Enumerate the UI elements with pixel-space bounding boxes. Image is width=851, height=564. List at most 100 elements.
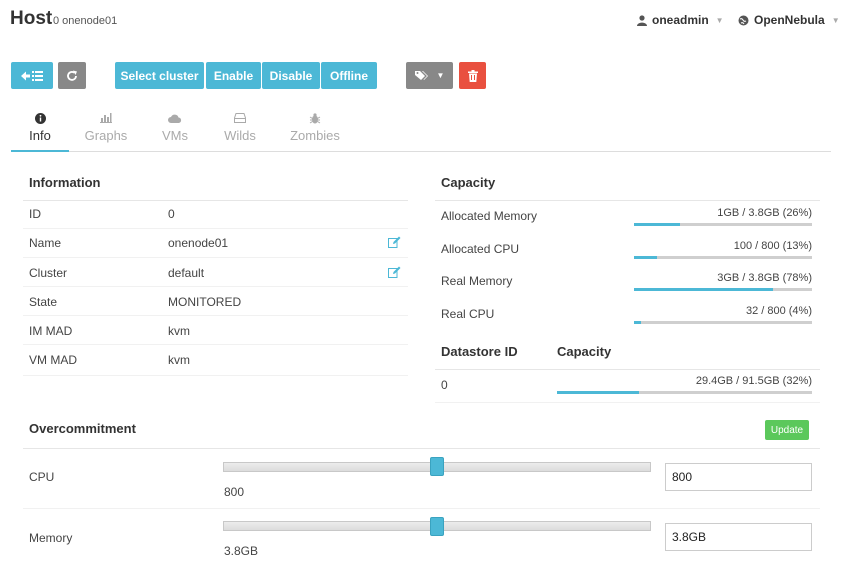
- capacity-label-allocated-memory: Allocated Memory: [441, 209, 538, 223]
- info-label-im-mad: IM MAD: [29, 324, 73, 338]
- divider: [23, 257, 408, 258]
- datastore-id-header: Datastore ID: [441, 344, 518, 359]
- datastore-capacity-header: Capacity: [557, 344, 612, 359]
- back-to-list-button[interactable]: [11, 62, 53, 89]
- info-label-vm-mad: VM MAD: [29, 353, 77, 367]
- capacity-text-allocated-cpu: 100 / 800 (13%): [733, 240, 812, 252]
- edit-name-button[interactable]: [388, 236, 401, 251]
- tab-wilds[interactable]: Wilds: [211, 108, 269, 152]
- page-title: Host: [10, 8, 53, 29]
- capacity-text-allocated-memory: 1GB / 3.8GB (26%): [717, 207, 812, 219]
- user-icon: [637, 14, 647, 26]
- progress-fill: [634, 288, 773, 291]
- memory-slider-handle[interactable]: [430, 517, 444, 536]
- info-label-cluster: Cluster: [29, 266, 68, 280]
- cpu-input[interactable]: [665, 463, 812, 491]
- tab-graphs-label: Graphs: [84, 128, 128, 143]
- progress-fill: [557, 391, 639, 394]
- caret-down-icon: ▼: [831, 15, 840, 25]
- capacity-title: Capacity: [441, 175, 496, 190]
- divider: [435, 200, 820, 201]
- globe-icon: [738, 15, 749, 25]
- edit-icon: [388, 236, 401, 248]
- info-label-state: State: [29, 295, 58, 309]
- progress-fill: [634, 256, 658, 259]
- caret-down-icon: ▼: [436, 71, 445, 80]
- info-value-state: MONITORED: [168, 295, 242, 309]
- capacity-label-real-cpu: Real CPU: [441, 307, 495, 321]
- overcommit-cpu-label: CPU: [29, 470, 55, 484]
- info-label-id: ID: [29, 207, 41, 221]
- arrow-left-list-icon: [21, 70, 43, 81]
- page-subtitle: 0 onenode01: [53, 15, 118, 27]
- tags-icon: [414, 71, 428, 80]
- tab-zombies[interactable]: Zombies: [281, 108, 349, 152]
- edit-cluster-button[interactable]: [388, 266, 401, 281]
- divider: [23, 315, 408, 316]
- progress-bar-datastore: [557, 391, 812, 394]
- user-name: oneadmin: [652, 13, 709, 27]
- enable-button[interactable]: Enable: [206, 62, 261, 89]
- info-value-vm-mad: kvm: [168, 353, 190, 367]
- capacity-label-real-memory: Real Memory: [441, 274, 513, 288]
- divider: [23, 508, 820, 509]
- information-title: Information: [29, 175, 101, 190]
- tab-wilds-label: Wilds: [224, 128, 256, 143]
- info-value-cluster: default: [168, 266, 205, 280]
- progress-fill: [634, 321, 642, 324]
- progress-bar-real-memory: [634, 288, 812, 291]
- cpu-slider-value: 800: [224, 485, 245, 499]
- user-menu[interactable]: oneadmin ▼: [637, 13, 724, 27]
- caret-down-icon: ▼: [715, 15, 724, 25]
- divider: [435, 402, 820, 403]
- capacity-text-real-memory: 3GB / 3.8GB (78%): [717, 272, 812, 284]
- tab-vms[interactable]: VMs: [146, 108, 204, 152]
- capacity-label-allocated-cpu: Allocated CPU: [441, 242, 520, 256]
- tab-graphs[interactable]: Graphs: [77, 108, 135, 152]
- labels-dropdown-button[interactable]: ▼: [406, 62, 453, 89]
- divider: [23, 286, 408, 287]
- info-value-name: onenode01: [168, 236, 229, 250]
- datastore-id: 0: [441, 378, 448, 392]
- zone-menu[interactable]: OpenNebula ▼: [738, 13, 840, 27]
- tab-info[interactable]: Info: [11, 108, 69, 152]
- update-button[interactable]: Update: [765, 420, 809, 440]
- info-icon: [34, 113, 46, 124]
- tab-info-label: Info: [29, 128, 51, 143]
- zone-name: OpenNebula: [754, 13, 825, 27]
- select-cluster-button[interactable]: Select cluster: [115, 62, 204, 89]
- memory-slider-value: 3.8GB: [224, 544, 259, 558]
- divider: [23, 344, 408, 345]
- tab-bar: Info Graphs VMs Wilds Zombies: [11, 108, 831, 152]
- info-value-im-mad: kvm: [168, 324, 190, 338]
- divider: [23, 228, 408, 229]
- progress-bar-allocated-cpu: [634, 256, 812, 259]
- offline-button[interactable]: Offline: [321, 62, 377, 89]
- tab-vms-label: VMs: [162, 128, 188, 143]
- refresh-button[interactable]: [58, 62, 86, 89]
- datastore-capacity-text: 29.4GB / 91.5GB (32%): [695, 375, 812, 387]
- divider: [23, 448, 820, 449]
- cpu-slider-handle[interactable]: [430, 457, 444, 476]
- disable-button[interactable]: Disable: [262, 62, 320, 89]
- progress-fill: [634, 223, 681, 226]
- edit-icon: [388, 266, 401, 278]
- delete-button[interactable]: [459, 62, 486, 89]
- page-header: Host 0 onenode01 oneadmin ▼ OpenNebula ▼: [0, 0, 851, 44]
- info-label-name: Name: [29, 236, 62, 250]
- divider: [435, 369, 820, 370]
- info-value-id: 0: [168, 207, 175, 221]
- progress-bar-real-cpu: [634, 321, 812, 324]
- divider: [23, 200, 408, 201]
- capacity-text-real-cpu: 32 / 800 (4%): [745, 305, 812, 317]
- bar-chart-icon: [100, 113, 112, 123]
- bug-icon: [309, 113, 321, 124]
- refresh-icon: [67, 70, 77, 81]
- trash-icon: [467, 69, 478, 82]
- overcommitment-title: Overcommitment: [29, 421, 136, 436]
- hdd-icon: [234, 113, 246, 123]
- overcommit-memory-label: Memory: [29, 531, 73, 545]
- memory-input[interactable]: [665, 523, 812, 551]
- divider: [23, 375, 408, 376]
- cloud-icon: [168, 114, 182, 123]
